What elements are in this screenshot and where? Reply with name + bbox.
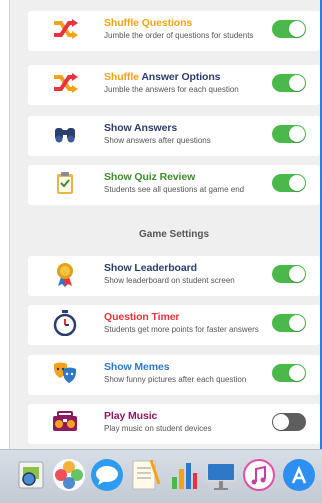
stopwatch-icon (51, 309, 79, 337)
photos-icon[interactable] (50, 456, 88, 494)
boombox-icon (51, 408, 79, 436)
setting-title: Show Answers (104, 122, 178, 134)
shuffle-icon (51, 69, 79, 97)
toggle-question-timer[interactable] (272, 314, 306, 332)
setting-shuffle-answer-options: Shuffle Answer Options Jumble the answer… (28, 65, 320, 105)
setting-show-leaderboard: Show Leaderboard Show leaderboard on stu… (28, 256, 320, 296)
setting-title: Question Timer (104, 311, 180, 323)
toggle-knob (289, 75, 305, 91)
setting-show-memes: Show Memes Show funny pictures after eac… (28, 355, 320, 395)
section-title: Game Settings (138, 229, 210, 240)
toggle-knob (289, 266, 305, 282)
clipboard-icon (51, 169, 79, 197)
setting-play-music: Play Music Play music on student devices (28, 404, 320, 444)
setting-description: Jumble the answers for each question (104, 85, 239, 94)
toggle-knob (289, 315, 305, 331)
toggle-play-music[interactable] (272, 413, 306, 431)
setting-description: Show leaderboard on student screen (104, 276, 235, 285)
toggle-shuffle-answer-options[interactable] (272, 74, 306, 92)
messages-icon[interactable] (88, 456, 126, 494)
setting-shuffle-questions: Shuffle Questions Jumble the order of qu… (28, 11, 320, 51)
app-window: Shuffle Questions Jumble the order of qu… (0, 0, 322, 503)
setting-title: Play Music (104, 410, 158, 422)
setting-description: Show funny pictures after each question (104, 375, 247, 384)
keynote-icon[interactable] (202, 456, 240, 494)
toggle-show-answers[interactable] (272, 125, 306, 143)
setting-description: Show answers after questions (104, 136, 211, 145)
setting-description: Students get more points for faster answ… (104, 325, 259, 334)
dock (0, 449, 322, 503)
toggle-knob (273, 414, 289, 430)
toggle-shuffle-questions[interactable] (272, 20, 306, 38)
setting-description: Play music on student devices (104, 424, 212, 433)
medal-icon (51, 260, 79, 288)
setting-title: Show Quiz Review (104, 171, 196, 183)
toggle-knob (289, 175, 305, 191)
toggle-show-leaderboard[interactable] (272, 265, 306, 283)
numbers-icon[interactable] (164, 456, 202, 494)
itunes-icon[interactable] (240, 456, 278, 494)
setting-title: Show Memes (104, 361, 170, 373)
setting-title: Shuffle Answer Options (104, 71, 221, 83)
binoculars-icon (51, 120, 79, 148)
setting-title: Show Leaderboard (104, 262, 197, 274)
toggle-knob (289, 21, 305, 37)
shuffle-icon (51, 15, 79, 43)
textedit-icon[interactable] (126, 456, 164, 494)
app-store-icon[interactable] (280, 456, 318, 494)
toggle-show-quiz-review[interactable] (272, 174, 306, 192)
preview-icon[interactable] (12, 456, 50, 494)
setting-question-timer: Question Timer Students get more points … (28, 305, 320, 345)
setting-show-quiz-review: Show Quiz Review Students see all questi… (28, 165, 320, 205)
setting-show-answers: Show Answers Show answers after question… (28, 116, 320, 156)
toggle-show-memes[interactable] (272, 364, 306, 382)
setting-description: Students see all questions at game end (104, 185, 245, 194)
toggle-knob (289, 126, 305, 142)
toggle-knob (289, 365, 305, 381)
theater-masks-icon (51, 359, 79, 387)
settings-panel: Shuffle Questions Jumble the order of qu… (9, 0, 322, 452)
setting-title: Shuffle Questions (104, 17, 193, 29)
setting-description: Jumble the order of questions for studen… (104, 31, 254, 40)
